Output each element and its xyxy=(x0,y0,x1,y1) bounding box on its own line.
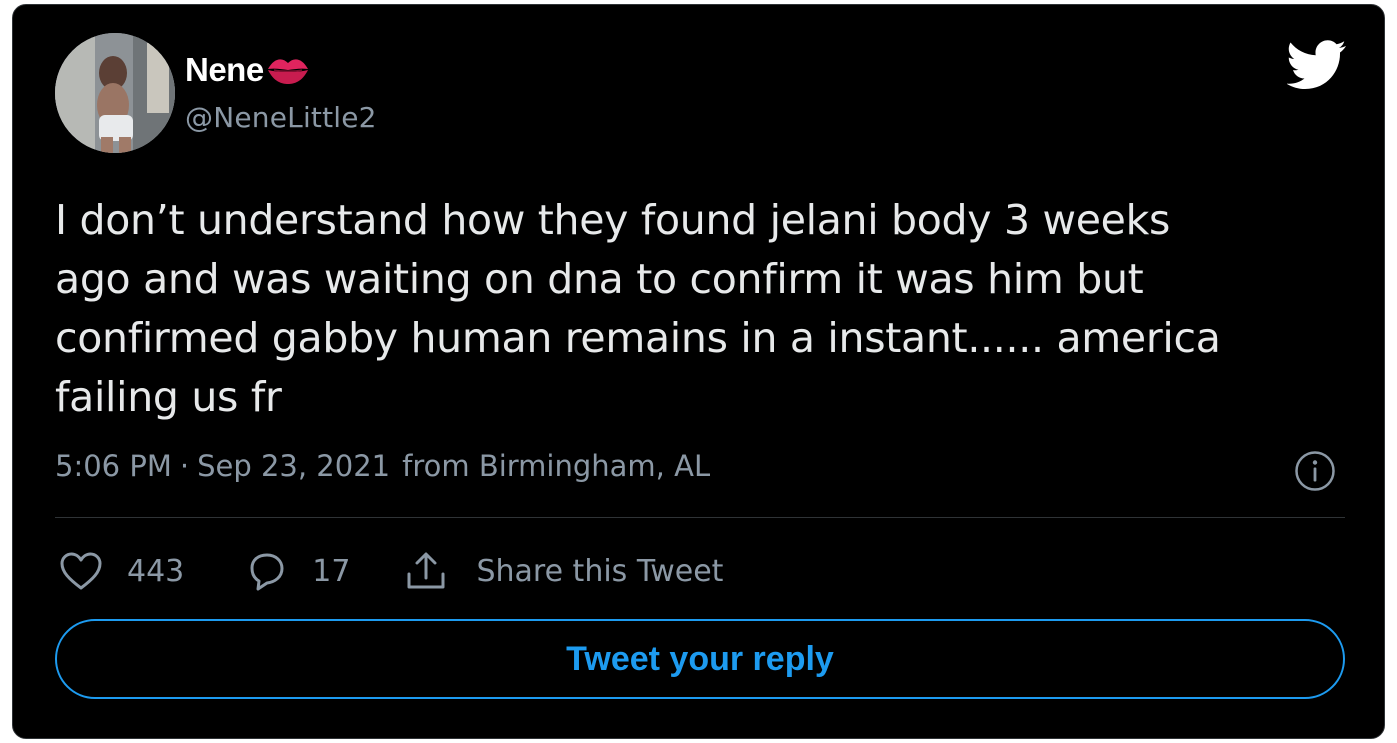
share-icon xyxy=(404,550,448,592)
divider xyxy=(55,517,1345,518)
lips-icon xyxy=(266,55,310,85)
tweet-your-reply-button[interactable]: Tweet your reply xyxy=(55,619,1345,699)
speech-bubble-icon xyxy=(246,550,288,592)
tweet-location: from Birmingham, AL xyxy=(402,449,711,483)
like-button[interactable]: 443 xyxy=(59,551,184,591)
twitter-bird-icon[interactable] xyxy=(1286,39,1347,91)
info-icon[interactable] xyxy=(1293,449,1337,493)
avatar-photo xyxy=(55,33,175,153)
tweet-text: I don’t understand how they found jelani… xyxy=(55,196,1221,421)
reply-action-button[interactable]: 17 xyxy=(246,550,350,592)
like-count: 443 xyxy=(127,553,185,589)
avatar[interactable] xyxy=(55,33,175,153)
tweet-actions: 443 17 Share this Tweet xyxy=(59,545,723,597)
heart-icon xyxy=(59,551,103,591)
share-button[interactable]: Share this Tweet xyxy=(404,550,723,592)
tweet-meta: 5:06 PM · Sep 23, 2021 from Birmingham, … xyxy=(55,449,710,483)
user-handle[interactable]: @NeneLittle2 xyxy=(185,101,377,134)
share-label: Share this Tweet xyxy=(476,553,724,589)
tweet-card: Nene @NeneLittle2 I don’t understand how… xyxy=(12,4,1385,739)
reply-button-label: Tweet your reply xyxy=(566,639,834,678)
display-name-row: Nene xyxy=(185,51,310,89)
meta-separator: · xyxy=(179,449,190,483)
reply-count: 17 xyxy=(312,553,351,589)
tweet-time[interactable]: 5:06 PM xyxy=(55,449,172,483)
tweet-date[interactable]: Sep 23, 2021 xyxy=(197,449,390,483)
display-name[interactable]: Nene xyxy=(185,51,264,89)
